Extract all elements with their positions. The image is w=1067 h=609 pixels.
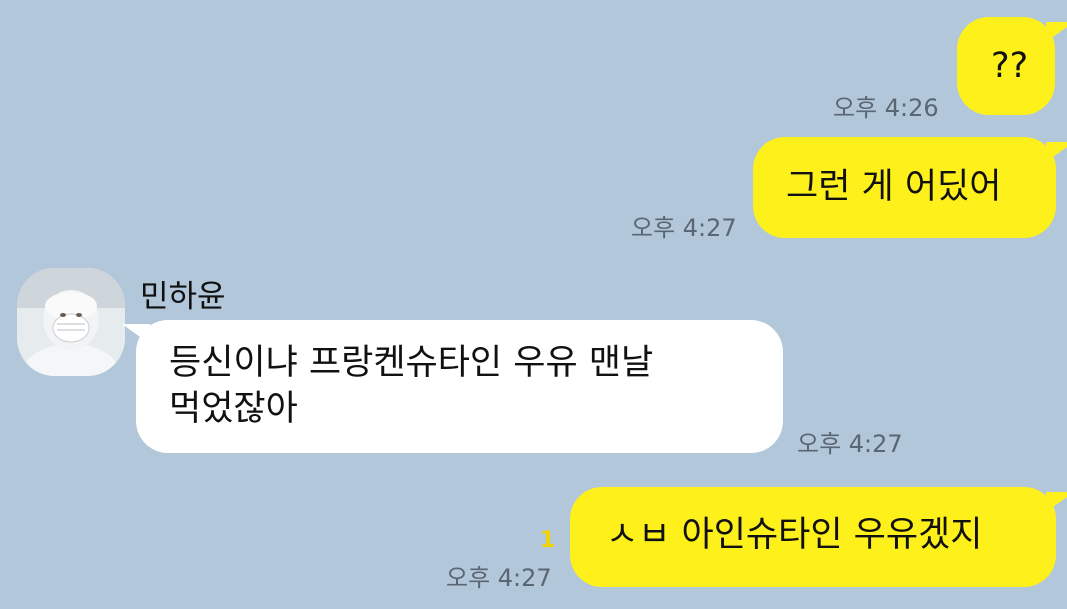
message-time: 오후 4:27 (631, 214, 737, 242)
bubble-tail (122, 324, 150, 344)
message-time: 오후 4:27 (446, 564, 552, 592)
bubble-tail (1046, 142, 1067, 162)
my-message-bubble[interactable]: 그런 게 어딨어 (753, 137, 1056, 238)
my-message-bubble[interactable]: ㅅㅂ 아인슈타인 우유겠지 (570, 487, 1056, 587)
unread-count: 1 (540, 528, 556, 553)
message-text: 그런 게 어딨어 (786, 167, 1002, 207)
message-text-line: 등신이냐 프랑켄슈타인 우유 맨날 (169, 343, 654, 383)
message-text: ㅅㅂ 아인슈타인 우유겠지 (606, 515, 983, 555)
message-time: 오후 4:27 (797, 430, 903, 458)
their-message-bubble[interactable]: 등신이냐 프랑켄슈타인 우유 맨날 먹었잖아 (136, 320, 783, 453)
sender-name: 민하윤 (140, 279, 226, 315)
my-message-bubble[interactable]: ?? (957, 17, 1055, 115)
bubble-tail (1046, 492, 1067, 512)
message-text: ?? (991, 46, 1029, 86)
profile-photo-icon (17, 268, 125, 376)
message-time: 오후 4:26 (833, 94, 939, 122)
bubble-tail (1046, 22, 1067, 42)
message-text-line: 먹었잖아 (169, 389, 298, 429)
avatar[interactable] (17, 268, 125, 376)
